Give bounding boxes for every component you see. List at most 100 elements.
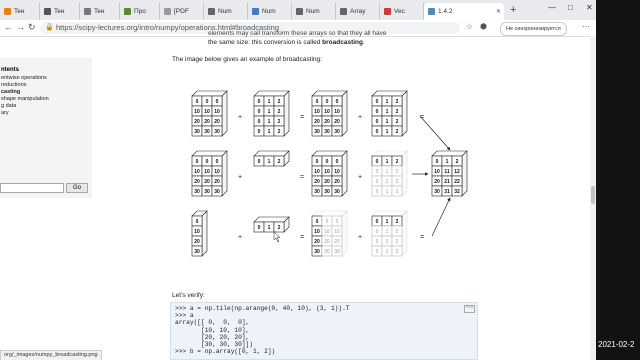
result-array-value: 2 bbox=[456, 159, 459, 165]
a-array-value: 30 bbox=[204, 189, 210, 195]
sidebar-item[interactable]: entwise operations bbox=[1, 75, 92, 82]
b-broadcast-value: 2 bbox=[396, 229, 399, 235]
b-tiled-value: 1 bbox=[386, 99, 389, 105]
tab-label: Про bbox=[134, 8, 146, 15]
b-broadcast-value: 0 bbox=[376, 239, 379, 245]
tab-9[interactable]: Array bbox=[336, 3, 380, 20]
status-url-bubble: org/_images/numpy_broadcasting.png bbox=[0, 350, 102, 360]
a-array-value: 0 bbox=[196, 159, 199, 165]
b-broadcast-value: 1 bbox=[386, 159, 389, 165]
plus-sign: + bbox=[238, 174, 242, 181]
copy-button[interactable]: >>> bbox=[464, 305, 475, 313]
arrow-to-result bbox=[431, 197, 451, 237]
a-array-value: 10 bbox=[204, 169, 210, 175]
minimize-icon[interactable]: — bbox=[548, 3, 556, 12]
sidebar-item[interactable]: shape manipulation bbox=[1, 96, 92, 103]
back-icon[interactable]: ← bbox=[4, 22, 13, 32]
a-array-value: 20 bbox=[314, 179, 320, 185]
result-array-value: 31 bbox=[444, 189, 450, 195]
result-array-top-face bbox=[431, 150, 468, 157]
b-row-top-face bbox=[253, 150, 290, 157]
scrollbar-thumb[interactable] bbox=[591, 186, 595, 204]
tab-favicon bbox=[84, 8, 91, 15]
result-array-side-face bbox=[461, 150, 468, 197]
a-tiled-value: 10 bbox=[194, 109, 200, 115]
tab-1[interactable]: Teн bbox=[0, 3, 40, 20]
a-array-value: 0 bbox=[336, 159, 339, 165]
tab-favicon bbox=[208, 8, 215, 15]
tab-label: Num bbox=[306, 8, 320, 15]
b-broadcast-side-face bbox=[401, 210, 408, 257]
plus-sign: + bbox=[358, 114, 362, 121]
code-line: [20, 20, 20], bbox=[175, 333, 250, 341]
b-tiled-value: 1 bbox=[268, 99, 271, 105]
reload-icon[interactable]: ↻ bbox=[28, 22, 36, 33]
a-tiled-value: 30 bbox=[194, 129, 200, 135]
profile-sync-button[interactable]: Не синхронизируется bbox=[500, 22, 567, 36]
sidebar-item-active[interactable]: casting bbox=[1, 89, 92, 96]
tab-3[interactable]: Teн bbox=[80, 3, 120, 20]
tab-label: [PDF bbox=[174, 8, 189, 15]
a-tiled-value: 10 bbox=[334, 109, 340, 115]
b-row-value: 0 bbox=[258, 225, 261, 231]
close-window-icon[interactable]: ✕ bbox=[586, 3, 593, 12]
search-input[interactable] bbox=[0, 183, 64, 193]
b-tiled-value: 2 bbox=[278, 129, 281, 135]
b-tiled-value: 2 bbox=[278, 99, 281, 105]
a-array-value: 0 bbox=[326, 159, 329, 165]
a-array-value: 0 bbox=[206, 159, 209, 165]
b-broadcast-value: 0 bbox=[376, 219, 379, 225]
code-line: >>> b = np.array([0, 1, 2]) bbox=[175, 348, 276, 356]
sidebar-item[interactable]: ary bbox=[1, 110, 92, 117]
a-array-value: 10 bbox=[194, 169, 200, 175]
a-array-top-face bbox=[191, 150, 228, 157]
tab-label: 1.4.2 bbox=[438, 8, 453, 15]
tab-2[interactable]: Teн bbox=[40, 3, 80, 20]
b-tiled-side-face bbox=[283, 90, 290, 137]
star-icon[interactable]: ☆ bbox=[466, 22, 473, 31]
broadcasting-term: broadcasting bbox=[322, 39, 363, 46]
b-broadcast-value: 2 bbox=[396, 189, 399, 195]
a-array-value: 30 bbox=[324, 189, 330, 195]
tab-favicon bbox=[252, 8, 259, 15]
b-broadcast-value: 1 bbox=[386, 249, 389, 255]
tab-4[interactable]: Про bbox=[120, 3, 160, 20]
tab-label: Array bbox=[350, 8, 366, 15]
tab-7[interactable]: Num bbox=[248, 3, 292, 20]
tab-11-active[interactable]: 1.4.2 ✕ bbox=[424, 3, 504, 20]
a-tiled-value: 30 bbox=[204, 129, 210, 135]
b-tiled-value: 0 bbox=[258, 129, 261, 135]
tab-label: Num bbox=[262, 8, 276, 15]
menu-icon[interactable]: ⋯ bbox=[582, 22, 590, 31]
new-tab-icon[interactable]: + bbox=[510, 4, 516, 16]
close-tab-icon[interactable]: ✕ bbox=[496, 8, 501, 15]
a-array-value: 10 bbox=[214, 169, 220, 175]
a-array-value: 10 bbox=[324, 169, 330, 175]
tab-6[interactable]: Num bbox=[204, 3, 248, 20]
sidebar-item[interactable]: g data bbox=[1, 103, 92, 110]
sidebar-item[interactable]: reductions bbox=[1, 82, 92, 89]
a-tiled-value: 30 bbox=[314, 129, 320, 135]
code-line: [30, 30, 30]]) bbox=[175, 341, 253, 349]
a-broadcast-top-face bbox=[311, 210, 348, 217]
tab-5[interactable]: [PDF bbox=[160, 3, 204, 20]
extension-icon[interactable]: ⬢ bbox=[480, 22, 487, 31]
b-tiled-value: 2 bbox=[396, 129, 399, 135]
b-row-top-face bbox=[253, 216, 290, 223]
b-row-value: 1 bbox=[268, 159, 271, 165]
a-tiled-value: 10 bbox=[204, 109, 210, 115]
b-tiled-value: 2 bbox=[278, 119, 281, 125]
a-tiled-value: 0 bbox=[336, 99, 339, 105]
maximize-icon[interactable]: □ bbox=[568, 3, 573, 12]
a-array-value: 30 bbox=[314, 189, 320, 195]
a-array-value: 20 bbox=[324, 179, 330, 185]
tab-favicon bbox=[384, 8, 391, 15]
forward-icon[interactable]: → bbox=[16, 22, 25, 32]
tab-10[interactable]: Vec bbox=[380, 3, 424, 20]
tab-8[interactable]: Num bbox=[292, 3, 336, 20]
a-column-side-face bbox=[201, 210, 208, 257]
equals-sign: = bbox=[420, 234, 424, 241]
a-array-value: 0 bbox=[316, 159, 319, 165]
go-button[interactable]: Go bbox=[66, 183, 88, 193]
a-tiled-value: 10 bbox=[214, 109, 220, 115]
